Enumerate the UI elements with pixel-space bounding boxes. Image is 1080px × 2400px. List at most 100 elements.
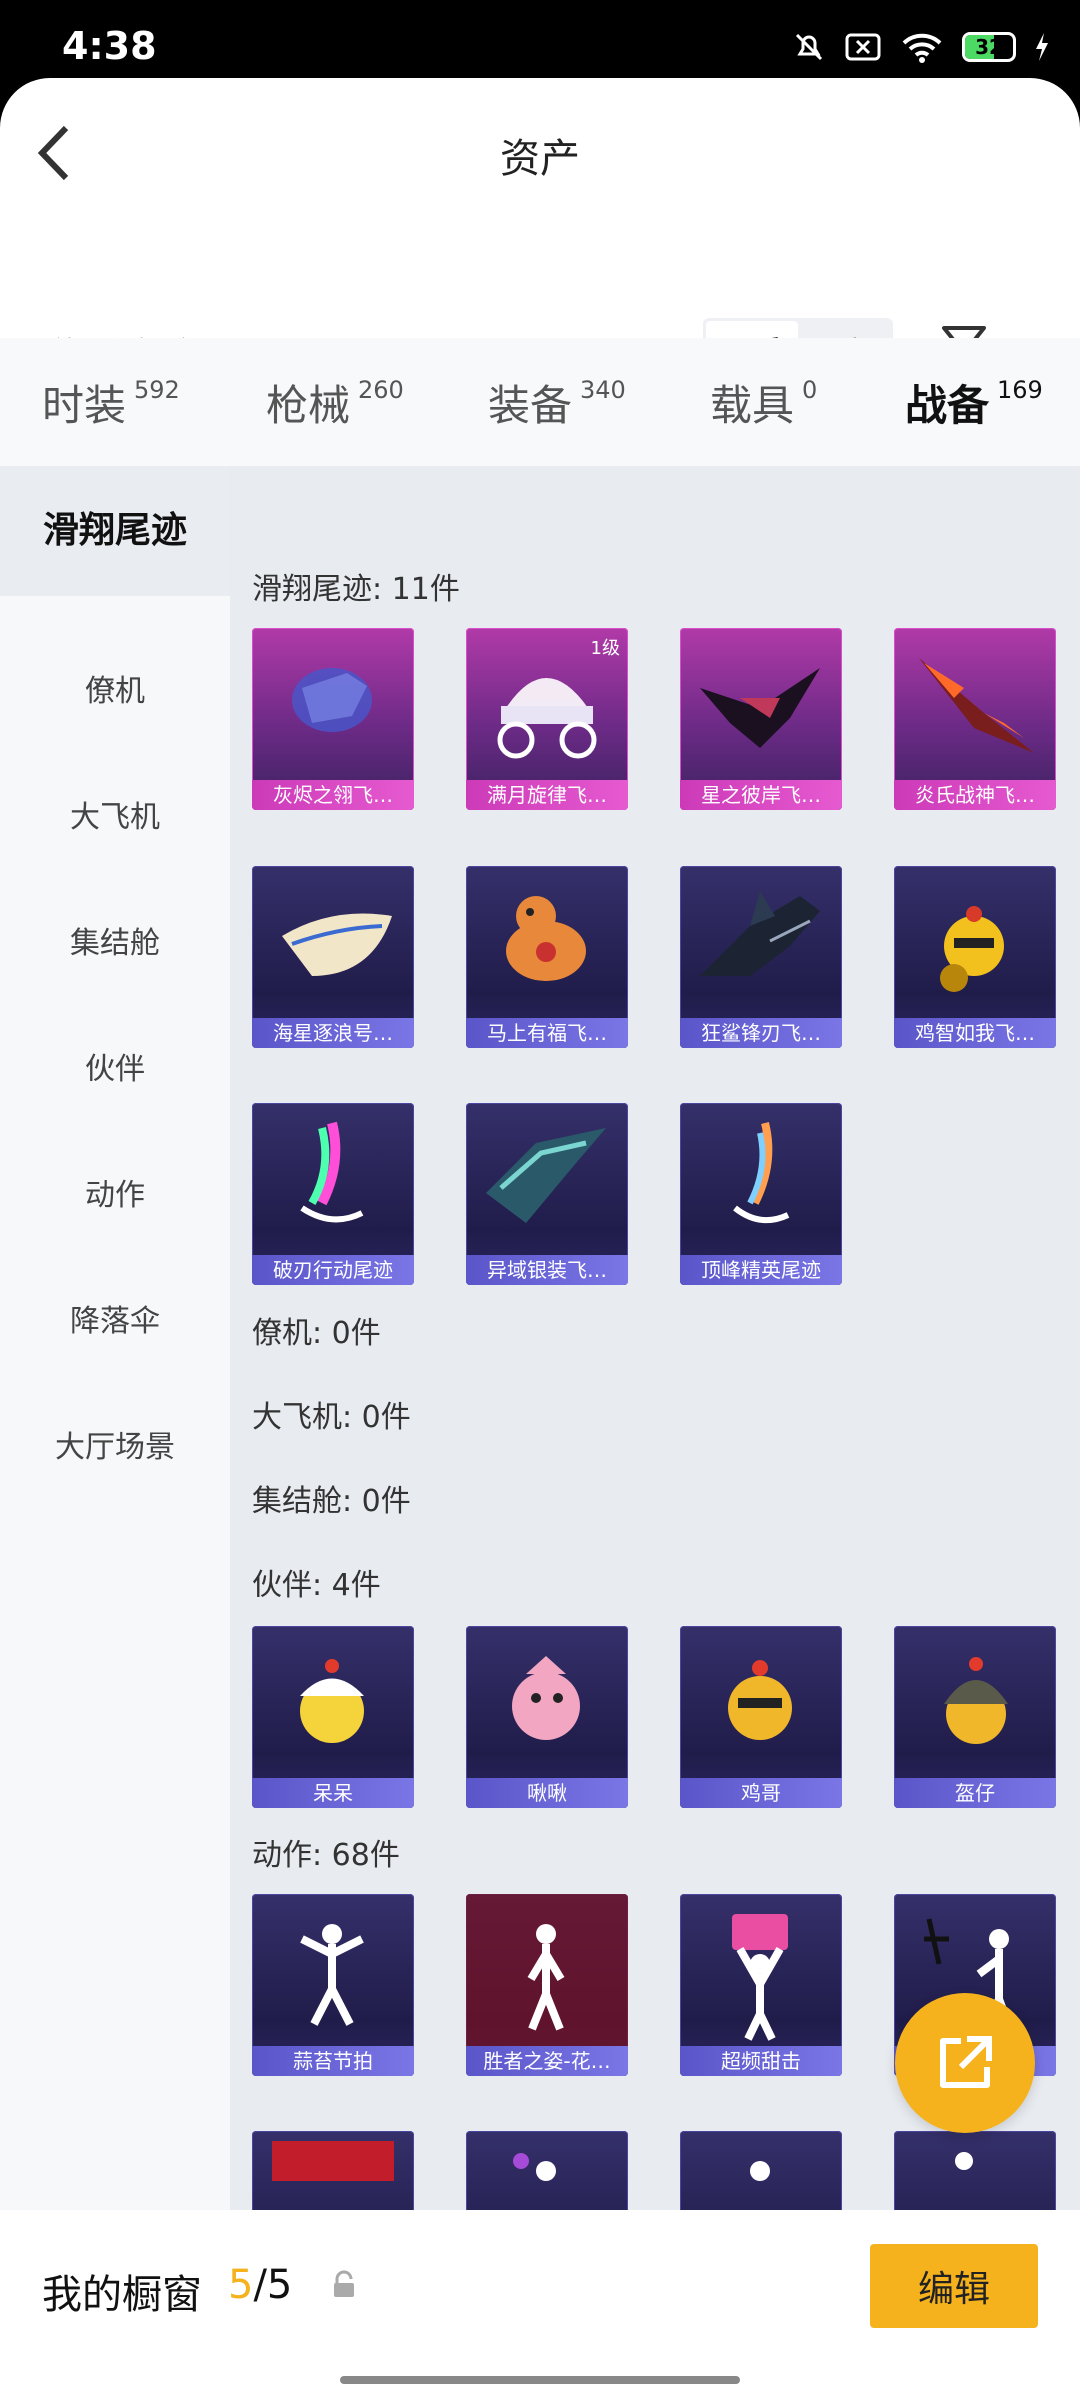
glove-trail-art <box>292 668 372 732</box>
item-card[interactable]: 顶峰精英尾迹 <box>680 1103 842 1285</box>
tab-fashion[interactable]: 时装 592 <box>42 372 180 432</box>
chick-glider-art <box>940 906 1004 992</box>
sidebar-item-glide-trail[interactable]: 滑翔尾迹 <box>0 466 230 596</box>
showcase-count: 5/5 <box>228 2262 292 2308</box>
edit-button[interactable]: 编辑 <box>870 2244 1038 2328</box>
item-card[interactable]: 蒜苔节拍 <box>252 1894 414 2076</box>
item-name: 海星逐浪号… <box>273 1021 393 1045</box>
wifi-icon <box>900 31 944 63</box>
section-label-big-plane: 大飞机: 0件 <box>252 1400 411 1435</box>
sign-holder-art <box>732 1914 788 2041</box>
tab-count: 0 <box>802 376 818 404</box>
chick-partner-art <box>300 1659 364 1743</box>
item-card[interactable]: 1级 满月旋律飞… <box>466 628 628 810</box>
sidebar-item-partner[interactable]: 伙伴 <box>0 1044 230 1088</box>
status-time: 4:38 <box>62 24 157 68</box>
sidebar-item-wingman[interactable]: 僚机 <box>0 666 230 710</box>
shark-art <box>700 891 820 976</box>
item-card[interactable]: 狂鲨锋刃飞… <box>680 866 842 1048</box>
section-label-capsule: 集结舱: 0件 <box>252 1484 411 1519</box>
battery-level: 32 <box>975 35 1003 59</box>
tab-label: 载具 <box>710 381 795 430</box>
item-card[interactable]: 海星逐浪号… <box>252 866 414 1048</box>
item-card[interactable]: 盔仔 <box>894 1626 1056 1808</box>
dance-figure-art <box>300 1924 364 2026</box>
item-name: 星之彼岸飞… <box>701 783 821 807</box>
item-card[interactable]: 胜者之姿-花… <box>466 1894 628 2076</box>
victory-pose-art <box>466 1894 628 2046</box>
showcase-current: 5 <box>228 2262 254 2308</box>
sidebar-item-emote[interactable]: 动作 <box>0 1170 230 1214</box>
item-name: 呆呆 <box>313 1781 353 1805</box>
boat-art <box>282 913 392 976</box>
item-name: 超频甜击 <box>721 2049 801 2073</box>
tab-equipment[interactable]: 装备 340 <box>488 372 626 432</box>
tab-label: 枪械 <box>266 381 351 430</box>
item-name: 破刃行动尾迹 <box>273 1258 393 1282</box>
item-card[interactable]: 破刃行动尾迹 <box>252 1103 414 1285</box>
item-name: 盔仔 <box>955 1781 995 1805</box>
rainbow-trail-art <box>300 1121 364 1223</box>
item-name: 异域银装飞… <box>487 1258 607 1282</box>
tab-count: 592 <box>134 376 180 404</box>
battery-icon: 32 <box>962 32 1016 62</box>
item-card[interactable]: 啾啾 <box>466 1626 628 1808</box>
helmet-chick-art <box>944 1657 1008 1744</box>
tab-count: 260 <box>358 376 404 404</box>
category-tabs: 时装 592 枪械 260 装备 340 载具 0 战备 169 <box>0 338 1080 466</box>
sidebar-item-big-plane[interactable]: 大飞机 <box>0 792 230 836</box>
lock-icon <box>330 2270 358 2304</box>
tab-label: 战备 <box>905 381 990 430</box>
item-card[interactable]: 呆呆 <box>252 1626 414 1808</box>
fire-wings-art <box>919 658 1034 753</box>
item-name: 灰烬之翎飞… <box>273 783 393 807</box>
tab-vehicles[interactable]: 载具 0 <box>710 372 817 432</box>
sidebar-item-lobby-scene[interactable]: 大厅场景 <box>0 1422 230 1466</box>
dark-wings-art <box>700 668 820 748</box>
no-sim-icon <box>844 32 882 62</box>
item-name: 炎氏战神飞… <box>915 783 1035 807</box>
sidebar-item-parachute[interactable]: 降落伞 <box>0 1296 230 1340</box>
item-card[interactable]: 鸡哥 <box>680 1626 842 1808</box>
section-label-wingman: 僚机: 0件 <box>252 1316 381 1351</box>
item-card[interactable]: 超频甜击 <box>680 1894 842 2076</box>
section-label-partner: 伙伴: 4件 <box>252 1568 381 1603</box>
pink-bird-art <box>512 1656 580 1740</box>
home-indicator[interactable] <box>340 2376 740 2384</box>
silver-wings-art <box>486 1128 606 1223</box>
item-name: 狂鲨锋刃飞… <box>701 1021 821 1045</box>
item-name: 马上有福飞… <box>487 1021 607 1045</box>
tab-label: 装备 <box>488 381 573 430</box>
item-name: 鸡智如我飞… <box>915 1021 1035 1045</box>
status-icons: 32 <box>792 30 1050 64</box>
sidebar-item-capsule[interactable]: 集结舱 <box>0 918 230 962</box>
share-fab-button[interactable] <box>895 1993 1035 2133</box>
rooster-art <box>728 1660 792 1740</box>
showcase-title: 我的橱窗 <box>42 2272 202 2318</box>
page-title: 资产 <box>500 136 580 182</box>
tab-battle-gear[interactable]: 战备 169 <box>905 372 1043 432</box>
item-card[interactable]: 灰烬之翎飞… <box>252 628 414 810</box>
item-card[interactable]: 鸡智如我飞… <box>894 866 1056 1048</box>
horse-art <box>506 896 586 981</box>
item-grid: 滑翔尾迹: 11件 灰烬之翎飞… 1级 满月旋律飞… 星之彼岸飞… 炎氏战神飞…… <box>230 466 1080 2226</box>
item-card[interactable]: 马上有福飞… <box>466 866 628 1048</box>
mute-bell-icon <box>792 30 826 64</box>
tab-count: 169 <box>997 376 1043 404</box>
subcategory-sidebar: 滑翔尾迹 僚机 大飞机 集结舱 伙伴 动作 降落伞 大厅场景 <box>0 466 230 2216</box>
external-link-icon <box>940 2036 992 2088</box>
section-label-emote: 动作: 68件 <box>252 1838 400 1873</box>
item-name: 鸡哥 <box>741 1781 781 1805</box>
item-name: 啾啾 <box>527 1781 567 1805</box>
item-card[interactable]: 星之彼岸飞… <box>680 628 842 810</box>
item-card[interactable]: 异域银装飞… <box>466 1103 628 1285</box>
item-name: 顶峰精英尾迹 <box>701 1258 821 1282</box>
elite-trail-art <box>733 1122 790 1224</box>
showcase-bar: 我的橱窗 5/5 编辑 <box>0 2210 1080 2400</box>
tab-firearms[interactable]: 枪械 260 <box>266 372 404 432</box>
showcase-total: /5 <box>253 2262 293 2308</box>
charging-icon <box>1034 33 1050 61</box>
item-card[interactable]: 炎氏战神飞… <box>894 628 1056 810</box>
item-name: 满月旋律飞… <box>487 783 607 807</box>
item-name: 胜者之姿-花… <box>483 2049 611 2073</box>
